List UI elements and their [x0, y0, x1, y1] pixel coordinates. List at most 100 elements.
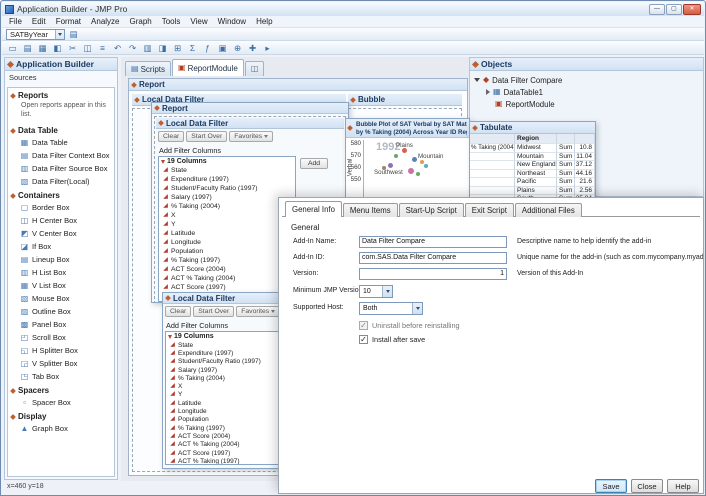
clear-button[interactable]: Clear — [158, 131, 184, 142]
red-triangle-icon[interactable] — [168, 335, 172, 339]
sidebar-item[interactable]: ◪If Box — [8, 240, 114, 253]
uninstall-checkbox[interactable]: ✓ — [359, 321, 368, 330]
filter-column-item[interactable]: ◢Y — [159, 220, 295, 229]
toolbar-icon[interactable]: ▸ — [261, 42, 274, 54]
disclosure-icon[interactable] — [347, 125, 353, 131]
tree-node-datatable[interactable]: ▦ DataTable1 — [486, 86, 699, 98]
disclosure-icon[interactable] — [165, 295, 171, 301]
columns-list-header[interactable]: 19 Columns — [159, 157, 295, 166]
toolbar-icon[interactable]: ◨ — [156, 42, 169, 54]
sidebar-item[interactable]: ▫Spacer Box — [8, 396, 114, 409]
disclosure-icon[interactable] — [10, 128, 16, 134]
bubble-point[interactable] — [420, 160, 424, 164]
filter-column-item[interactable]: ◢% Taking (2004) — [159, 202, 295, 211]
sidebar-item[interactable]: ▧Mouse Box — [8, 292, 114, 305]
disclosure-icon[interactable] — [154, 105, 160, 111]
sidebar-item[interactable]: ▧Data Filter(Local) — [8, 175, 114, 188]
toolbar-icon[interactable]: ↶ — [111, 42, 124, 54]
toolbar-icon[interactable]: ▤ — [21, 42, 34, 54]
report-outline-header[interactable]: Report — [129, 79, 467, 91]
objects-header[interactable]: Objects — [470, 58, 703, 71]
disclosure-icon[interactable] — [10, 93, 16, 99]
toolbar-icon[interactable]: ⊕ — [231, 42, 244, 54]
menu-item[interactable]: View — [185, 17, 212, 26]
sidebar-item[interactable]: ▤Data Filter Context Box — [8, 149, 114, 162]
bubble-point[interactable] — [408, 168, 414, 174]
tab-menu-items[interactable]: Menu Items — [343, 203, 398, 217]
sidebar-item[interactable]: ◳Tab Box — [8, 370, 114, 383]
menu-item[interactable]: Edit — [27, 17, 51, 26]
bubble-outline-header[interactable]: Bubble — [348, 94, 462, 106]
red-triangle-icon[interactable] — [161, 160, 165, 164]
sidebar-item[interactable]: ◫H Center Box — [8, 214, 114, 227]
disclosure-icon[interactable] — [10, 193, 16, 199]
toolbar-icon[interactable]: ↷ — [126, 42, 139, 54]
tab-startup-script[interactable]: Start-Up Script — [399, 203, 464, 217]
toolbar-icon[interactable]: ▣ — [216, 42, 229, 54]
disclosure-icon[interactable] — [350, 97, 356, 103]
tab-reportmodule[interactable]: ▣ ReportModule — [172, 59, 244, 76]
expander-icon[interactable] — [486, 89, 490, 95]
favorites-button[interactable]: Favorites — [229, 131, 273, 142]
start-over-button[interactable]: Start Over — [193, 306, 234, 317]
window-close-button[interactable]: ✕ — [683, 4, 701, 15]
menu-item[interactable]: Window — [213, 17, 251, 26]
disclosure-icon[interactable] — [472, 125, 478, 131]
filter-column-item[interactable]: ◢ACT Score (1997) — [159, 283, 295, 292]
tab-additional-files[interactable]: Additional Files — [515, 203, 582, 217]
filter-column-item[interactable]: ◢Population — [159, 247, 295, 256]
bubble-point[interactable] — [412, 157, 417, 162]
toolbar-icon[interactable]: ⊞ — [171, 42, 184, 54]
menu-item[interactable]: File — [4, 17, 27, 26]
dropdown-arrow[interactable] — [382, 286, 392, 297]
menu-item[interactable]: Format — [51, 17, 86, 26]
disclosure-icon[interactable] — [10, 414, 16, 420]
sidebar-section-spacers[interactable]: Spacers — [8, 383, 114, 396]
menu-item[interactable]: Help — [251, 17, 277, 26]
toolbar-icon[interactable]: ƒ — [201, 42, 214, 54]
sidebar-section-reports[interactable]: Reports — [8, 88, 114, 101]
toolbar-icon[interactable]: ◧ — [51, 42, 64, 54]
disclosure-icon[interactable] — [7, 60, 14, 67]
min-jmp-version-select[interactable]: 10 — [359, 285, 393, 298]
sidebar-item[interactable]: ◱H Splitter Box — [8, 344, 114, 357]
toolbar-icon[interactable]: ◫ — [81, 42, 94, 54]
sidebar-header[interactable]: Application Builder — [5, 58, 117, 71]
favorites-button[interactable]: Favorites — [236, 306, 280, 317]
install-checkbox[interactable]: ✓ — [359, 335, 368, 344]
sidebar-item[interactable]: ▦V List Box — [8, 279, 114, 292]
close-button[interactable]: Close — [631, 479, 663, 493]
filter-column-item[interactable]: ◢Student/Faculty Ratio (1997) — [159, 184, 295, 193]
filter-column-item[interactable]: ◢X — [159, 211, 295, 220]
toolbar-icon[interactable]: ▭ — [6, 42, 19, 54]
sidebar-item[interactable]: ◰Scroll Box — [8, 331, 114, 344]
sidebar-item[interactable]: ◲V Splitter Box — [8, 357, 114, 370]
filter-column-item[interactable]: ◢Longitude — [159, 238, 295, 247]
toolbar-icon[interactable]: ≡ — [96, 42, 109, 54]
sidebar-section-display[interactable]: Display — [8, 409, 114, 422]
tab-extra[interactable]: ◫ — [245, 61, 265, 76]
start-over-button[interactable]: Start Over — [186, 131, 227, 142]
tabulate-window[interactable]: Tabulate Region % Taking (2004) Midwest … — [469, 121, 596, 205]
sidebar-item[interactable]: ▦Data Table — [8, 136, 114, 149]
toolbar-icon[interactable]: ▥ — [141, 42, 154, 54]
filter-column-item[interactable]: ◢% Taking (1997) — [159, 256, 295, 265]
tree-node-reportmodule[interactable]: ▣ ReportModule — [495, 98, 699, 110]
sidebar-item[interactable]: ◩V Center Box — [8, 227, 114, 240]
save-button[interactable]: Save — [595, 479, 627, 493]
disclosure-icon[interactable] — [472, 60, 479, 67]
toolbar-icon[interactable]: ▦ — [36, 42, 49, 54]
bubble-point[interactable] — [416, 172, 420, 176]
help-button[interactable]: Help — [667, 479, 699, 493]
disclosure-icon[interactable] — [10, 388, 16, 394]
supported-host-select[interactable]: Both — [359, 302, 423, 315]
filter-column-item[interactable]: ◢Latitude — [159, 229, 295, 238]
disclosure-icon[interactable] — [131, 82, 137, 88]
sidebar-item[interactable]: ▩Panel Box — [8, 318, 114, 331]
addin-name-input[interactable]: Data Filter Compare — [359, 236, 507, 248]
version-input[interactable]: 1 — [359, 268, 507, 280]
addin-id-input[interactable]: com.SAS.Data Filter Compare — [359, 252, 507, 264]
tab-scripts[interactable]: ▤ Scripts — [125, 61, 171, 76]
filter-column-item[interactable]: ◢Expenditure (1997) — [159, 175, 295, 184]
sidebar-section-containers[interactable]: Containers — [8, 188, 114, 201]
